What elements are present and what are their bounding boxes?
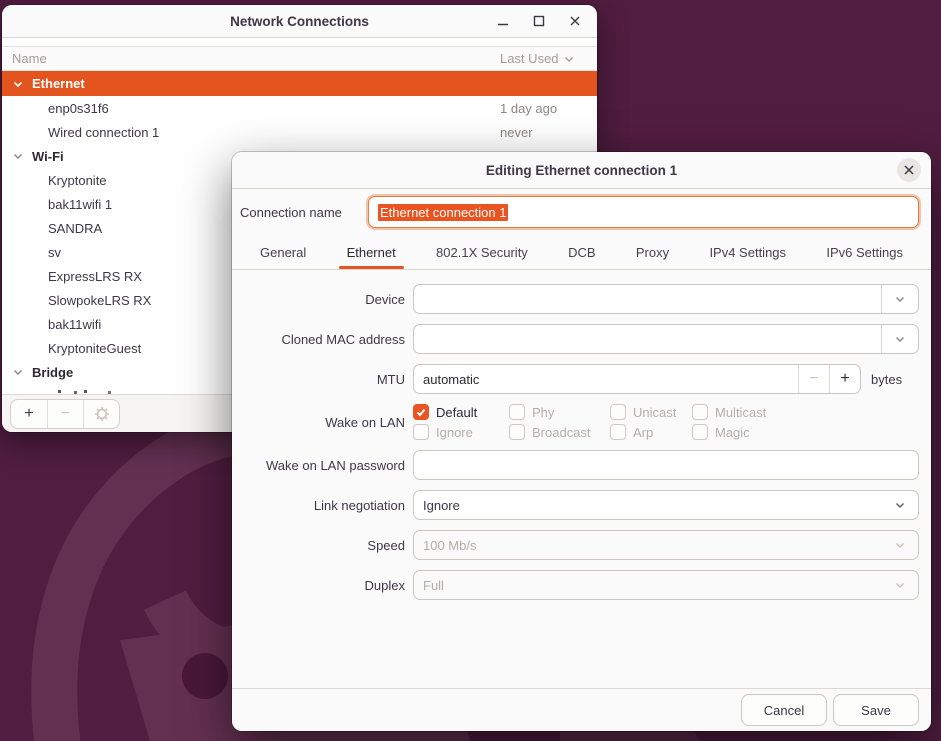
column-header-name[interactable]: Name	[2, 51, 47, 66]
checkbox-icon	[509, 404, 525, 420]
chevron-down-icon	[12, 78, 24, 90]
column-header-last-used[interactable]: Last Used	[500, 51, 575, 66]
duplex-label: Duplex	[240, 578, 405, 593]
checkbox-arp[interactable]: Arp	[610, 424, 692, 440]
minimize-icon	[496, 14, 510, 28]
row-label: Ethernet	[32, 76, 85, 91]
checkbox-broadcast[interactable]: Broadcast	[509, 424, 610, 440]
speed-label: Speed	[240, 538, 405, 553]
chevron-down-icon	[894, 293, 906, 305]
minimize-button[interactable]	[495, 13, 511, 29]
row-enp0s31f6[interactable]: enp0s31f6 1 day ago	[2, 96, 597, 120]
wol-password-label: Wake on LAN password	[240, 458, 405, 473]
checkbox-magic[interactable]: Magic	[692, 424, 919, 440]
save-button[interactable]: Save	[833, 694, 919, 726]
link-negotiation-dropdown[interactable]: Ignore	[413, 490, 919, 520]
connection-name-label: Connection name	[240, 205, 342, 220]
checkbox-icon	[610, 424, 626, 440]
checkbox-icon	[413, 424, 429, 440]
tab-ipv6-settings[interactable]: IPv6 Settings	[824, 236, 905, 269]
wol-password-input[interactable]	[413, 450, 919, 480]
tab-dcb[interactable]: DCB	[566, 236, 597, 269]
speed-dropdown[interactable]: 100 Mb/s	[413, 530, 919, 560]
settings-tabs: General Ethernet 802.1X Security DCB Pro…	[232, 236, 931, 270]
link-negotiation-label: Link negotiation	[240, 498, 405, 513]
remove-connection-button[interactable]: −	[47, 400, 83, 428]
last-used-value: 1 day ago	[500, 101, 557, 116]
dialog-titlebar[interactable]: Editing Ethernet connection 1	[232, 152, 931, 189]
wake-on-lan-options: Default Phy Unicast Multicast Ignore	[413, 404, 919, 440]
device-combo[interactable]	[413, 284, 919, 314]
close-button[interactable]	[567, 13, 583, 29]
cancel-button[interactable]: Cancel	[741, 694, 827, 726]
close-icon	[903, 164, 915, 176]
window-title: Network Connections	[230, 14, 369, 29]
checkbox-phy[interactable]: Phy	[509, 404, 610, 420]
duplex-dropdown[interactable]: Full	[413, 570, 919, 600]
device-label: Device	[240, 292, 405, 307]
last-used-value: never	[500, 125, 533, 140]
chevron-down-icon	[894, 539, 906, 551]
edit-connection-button[interactable]	[83, 400, 119, 428]
selected-text: Ethernet connection 1	[378, 204, 508, 221]
mtu-label: MTU	[240, 372, 405, 387]
chevron-down-icon	[12, 366, 24, 378]
connection-name-input[interactable]: Ethernet connection 1	[368, 196, 919, 228]
checkbox-icon	[692, 404, 708, 420]
checkbox-icon	[509, 424, 525, 440]
chevron-down-icon	[12, 150, 24, 162]
mtu-decrement-button[interactable]: −	[798, 365, 829, 393]
checkbox-ignore[interactable]: Ignore	[413, 424, 509, 440]
chevron-down-icon	[894, 333, 906, 345]
dialog-title: Editing Ethernet connection 1	[486, 163, 677, 178]
dialog-action-bar: Cancel Save	[232, 688, 931, 731]
checkbox-multicast[interactable]: Multicast	[692, 404, 919, 420]
tab-general[interactable]: General	[258, 236, 308, 269]
mtu-spinbox[interactable]: automatic − +	[413, 364, 861, 394]
checkbox-icon	[413, 404, 429, 420]
mtu-value: automatic	[423, 372, 479, 387]
chevron-down-icon	[894, 579, 906, 591]
tab-ipv4-settings[interactable]: IPv4 Settings	[707, 236, 788, 269]
mtu-unit-label: bytes	[871, 372, 902, 387]
list-header: Name Last Used	[2, 46, 597, 71]
maximize-button[interactable]	[531, 13, 547, 29]
network-window-titlebar[interactable]: Network Connections	[2, 5, 597, 38]
row-wired-connection-1[interactable]: Wired connection 1 never	[2, 120, 597, 144]
checkbox-default[interactable]: Default	[413, 404, 509, 420]
chevron-down-icon	[894, 499, 906, 511]
add-connection-button[interactable]: +	[11, 400, 47, 428]
close-icon	[568, 14, 582, 28]
maximize-icon	[532, 14, 546, 28]
dialog-close-button[interactable]	[897, 158, 921, 182]
checkbox-icon	[692, 424, 708, 440]
cloned-mac-label: Cloned MAC address	[240, 332, 405, 347]
tab-ethernet[interactable]: Ethernet	[345, 236, 398, 269]
row-ethernet-section[interactable]: Ethernet	[2, 71, 597, 96]
tab-8021x-security[interactable]: 802.1X Security	[434, 236, 530, 269]
wake-on-lan-label: Wake on LAN	[240, 415, 405, 430]
chevron-down-icon	[563, 53, 575, 65]
edit-connection-dialog: Editing Ethernet connection 1 Connection…	[232, 152, 931, 731]
cloned-mac-combo[interactable]	[413, 324, 919, 354]
checkbox-icon	[610, 404, 626, 420]
gear-icon	[94, 406, 110, 422]
checkbox-unicast[interactable]: Unicast	[610, 404, 692, 420]
mtu-increment-button[interactable]: +	[829, 365, 860, 393]
tab-proxy[interactable]: Proxy	[634, 236, 671, 269]
